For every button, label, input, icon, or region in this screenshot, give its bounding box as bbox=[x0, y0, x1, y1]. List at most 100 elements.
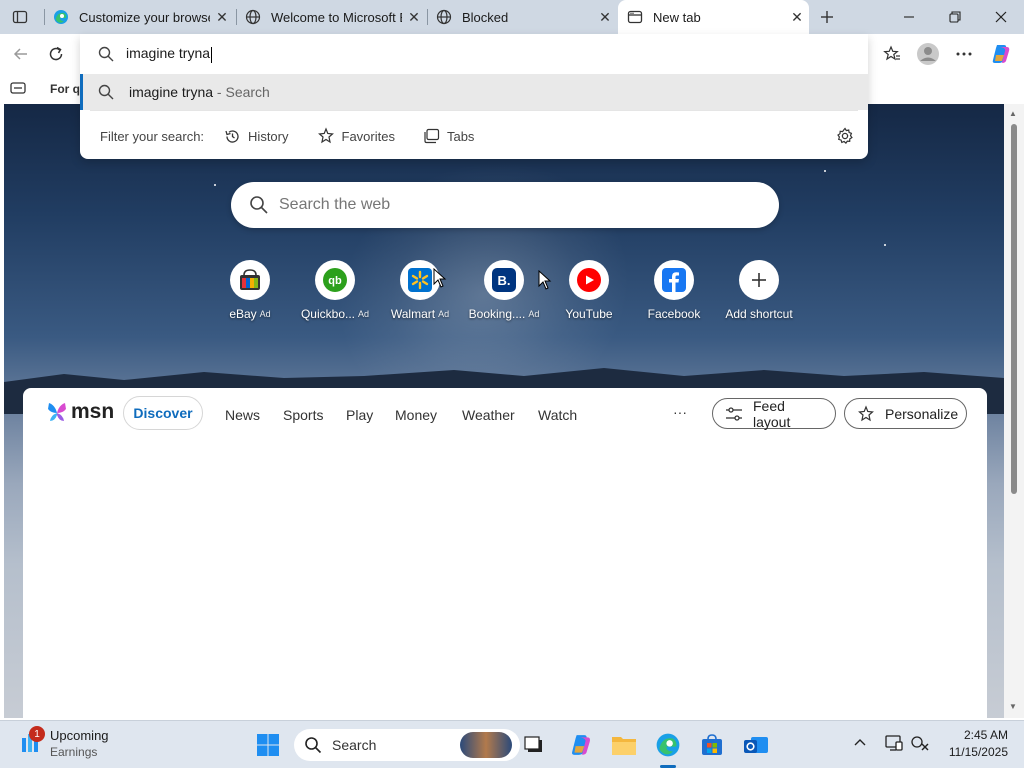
shortcut-quickbooks[interactable]: qb Quickbo... Ad bbox=[293, 260, 377, 321]
shortcut-booking[interactable]: B. Booking.... Ad bbox=[462, 260, 546, 321]
notification-badge: 1 bbox=[29, 726, 45, 742]
close-tab-icon[interactable]: ✕ bbox=[785, 5, 809, 29]
scroll-up-icon[interactable]: ▲ bbox=[1009, 109, 1017, 118]
add-shortcut-button[interactable]: Add shortcut bbox=[717, 260, 801, 321]
search-icon bbox=[304, 736, 322, 754]
clock-time[interactable]: 2:45 AM bbox=[946, 728, 1008, 742]
filter-tabs[interactable]: Tabs bbox=[423, 128, 474, 144]
outlook-icon[interactable] bbox=[740, 729, 772, 761]
shortcut-facebook[interactable]: Facebook bbox=[632, 260, 716, 321]
ad-label: Ad bbox=[259, 309, 271, 319]
filter-history[interactable]: History bbox=[224, 128, 289, 145]
profile-avatar-icon[interactable] bbox=[913, 39, 943, 69]
tab-play[interactable]: Play bbox=[346, 407, 373, 423]
address-input[interactable]: imagine tryna bbox=[126, 45, 213, 63]
mouse-cursor-icon bbox=[538, 269, 552, 295]
star bbox=[824, 170, 826, 172]
tab-news[interactable]: News bbox=[225, 407, 260, 423]
web-search-box[interactable]: Search the web bbox=[231, 182, 779, 228]
tab-customize[interactable]: Customize your browser ✕ bbox=[44, 0, 234, 34]
shortcut-ebay[interactable]: eBay Ad bbox=[208, 260, 292, 321]
search-icon bbox=[98, 46, 114, 62]
microsoft-store-icon[interactable] bbox=[696, 729, 728, 761]
scrollbar-thumb[interactable] bbox=[1011, 124, 1017, 494]
copilot-taskbar-icon[interactable] bbox=[565, 729, 597, 761]
sliders-icon bbox=[725, 406, 743, 422]
minimize-icon[interactable] bbox=[886, 0, 932, 34]
tab-discover[interactable]: Discover bbox=[123, 396, 203, 430]
restore-icon[interactable] bbox=[932, 0, 978, 34]
more-tabs-icon[interactable]: ··· bbox=[673, 404, 687, 420]
text-caret bbox=[211, 46, 213, 63]
tab-label: Welcome to Microsoft Ed bbox=[271, 9, 402, 25]
close-tab-icon[interactable]: ✕ bbox=[210, 5, 234, 29]
tab-watch[interactable]: Watch bbox=[538, 407, 577, 423]
shortcut-label: Add shortcut bbox=[725, 307, 793, 321]
tab-welcome[interactable]: Welcome to Microsoft Ed ✕ bbox=[236, 0, 426, 34]
clock-date[interactable]: 11/15/2025 bbox=[940, 745, 1008, 759]
filter-label: Filter your search: bbox=[100, 128, 205, 144]
shortcut-walmart[interactable]: Walmart Ad bbox=[378, 260, 462, 321]
task-view-icon[interactable] bbox=[518, 729, 550, 761]
new-tab-page: Search the web eBay Ad qb Quickbo... Ad Wa… bbox=[4, 104, 1004, 718]
search-icon bbox=[249, 195, 269, 215]
search-highlight-image bbox=[460, 732, 512, 758]
personalize-button[interactable]: Personalize bbox=[844, 398, 967, 429]
tab-money[interactable]: Money bbox=[395, 407, 437, 423]
refresh-icon[interactable] bbox=[41, 39, 71, 69]
address-input-value: imagine tryna bbox=[126, 45, 211, 62]
file-explorer-icon[interactable] bbox=[608, 729, 640, 761]
msn-wordmark: msn bbox=[71, 400, 115, 423]
search-placeholder: Search the web bbox=[279, 196, 391, 213]
new-tab-plus-icon[interactable] bbox=[812, 2, 842, 32]
msn-feed: msn Discover News Sports Play Money Weat… bbox=[23, 388, 987, 718]
svg-text:B.: B. bbox=[498, 273, 511, 288]
ebay-icon bbox=[230, 260, 270, 300]
close-window-icon[interactable] bbox=[978, 0, 1024, 34]
search-suggestion[interactable]: imagine tryna - Search bbox=[80, 74, 868, 110]
address-bar[interactable]: imagine tryna bbox=[80, 34, 868, 74]
tab-weather[interactable]: Weather bbox=[462, 407, 515, 423]
favorites-star-icon[interactable] bbox=[877, 39, 907, 69]
taskbar-search-label: Search bbox=[332, 737, 377, 753]
filter-row: Filter your search: History Favorites Ta… bbox=[80, 116, 868, 156]
shortcut-label: eBay bbox=[229, 307, 257, 321]
close-tab-icon[interactable]: ✕ bbox=[593, 5, 617, 29]
msn-logo[interactable]: msn bbox=[45, 400, 114, 424]
tab-new-tab[interactable]: New tab ✕ bbox=[618, 0, 809, 34]
reading-view-icon[interactable] bbox=[10, 81, 26, 98]
tabs-icon bbox=[423, 128, 440, 144]
personalize-label: Personalize bbox=[885, 405, 959, 422]
copilot-icon[interactable] bbox=[986, 39, 1016, 69]
taskbar-search[interactable]: Search bbox=[294, 729, 520, 761]
edge-taskbar-icon[interactable] bbox=[652, 729, 684, 761]
close-tab-icon[interactable]: ✕ bbox=[402, 5, 426, 29]
tab-actions-icon[interactable] bbox=[5, 2, 35, 32]
star bbox=[884, 244, 886, 246]
windows-start-icon[interactable] bbox=[252, 729, 284, 761]
back-arrow-icon[interactable] bbox=[6, 39, 36, 69]
more-options-icon[interactable] bbox=[949, 39, 979, 69]
page-scrollbar[interactable]: ▲ ▼ bbox=[1004, 104, 1024, 718]
network-disconnected-icon[interactable] bbox=[910, 734, 930, 757]
facebook-icon bbox=[654, 260, 694, 300]
scroll-down-icon[interactable]: ▼ bbox=[1009, 702, 1017, 711]
settings-gear-icon[interactable] bbox=[836, 127, 854, 145]
widget-title[interactable]: Upcoming bbox=[50, 728, 109, 743]
tab-sports[interactable]: Sports bbox=[283, 407, 323, 423]
ad-label: Ad bbox=[438, 309, 450, 319]
shortcut-label: YouTube bbox=[565, 307, 613, 321]
edge-icon bbox=[52, 8, 70, 26]
tab-blocked[interactable]: Blocked ✕ bbox=[427, 0, 617, 34]
search-icon bbox=[98, 84, 114, 100]
globe-icon bbox=[244, 8, 262, 26]
suggestion-query: imagine tryna bbox=[129, 84, 214, 100]
shortcut-label: Walmart bbox=[390, 307, 436, 321]
chevron-up-icon[interactable] bbox=[852, 735, 868, 756]
ad-label: Ad bbox=[358, 309, 370, 319]
shortcut-youtube[interactable]: YouTube bbox=[547, 260, 631, 321]
filter-favorites[interactable]: Favorites bbox=[317, 127, 395, 145]
display-icon[interactable] bbox=[884, 734, 904, 757]
filter-favorites-label: Favorites bbox=[341, 128, 395, 144]
feed-layout-button[interactable]: Feed layout bbox=[712, 398, 836, 430]
